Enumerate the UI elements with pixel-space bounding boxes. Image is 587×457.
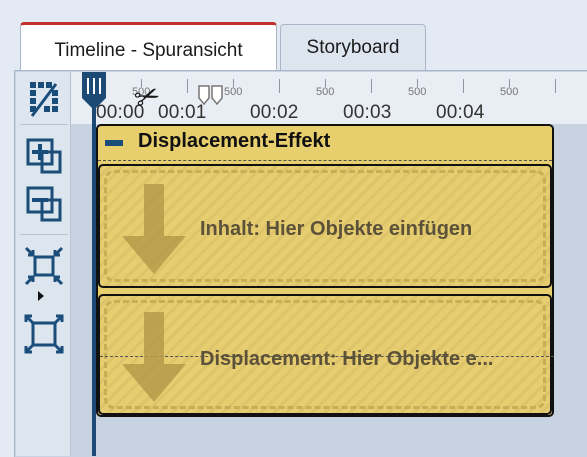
ruler-time-label: 00:04 [436,102,485,123]
playhead-handle[interactable] [80,72,108,110]
ruler-half-label: 500 [316,86,335,98]
submenu-arrow-icon[interactable] [38,291,44,301]
percent-trim-icon[interactable] [22,76,66,120]
displacement-slot-label: Displacement: Hier Objekte e... [200,348,494,370]
add-track-icon[interactable] [22,134,66,178]
tab-storyboard[interactable]: Storyboard [280,24,426,70]
effect-header: Displacement-Effekt [98,126,552,161]
content-slot-label: Inhalt: Hier Objekte einfügen [200,218,473,240]
displacement-drop-slot[interactable]: Displacement: Hier Objekte e... [98,294,554,415]
effect-title: Displacement-Effekt [138,130,331,152]
ruler-half-label: 500 [408,86,427,98]
ruler-half-label: 500 [224,86,243,98]
drop-arrow-icon [122,312,186,402]
drop-arrow-icon [122,184,186,274]
playhead-line[interactable] [92,96,96,456]
remove-track-icon[interactable] [22,182,66,226]
collapse-icon[interactable] [105,140,123,146]
tab-bar: Timeline - Spuransicht Storyboard [0,0,587,72]
marker-icon[interactable] [197,84,225,108]
expand-view-icon[interactable] [22,312,66,356]
ruler-half-label: 500 [500,86,519,98]
displacement-effect-container[interactable]: Displacement-Effekt Inhalt: Hier Objekte… [96,124,554,417]
content-drop-slot[interactable]: Inhalt: Hier Objekte einfügen [98,164,552,288]
ruler-time-label: 00:03 [343,102,392,123]
tab-timeline[interactable]: Timeline - Spuransicht [20,22,277,72]
ruler-time-label: 00:02 [250,102,299,123]
timeline-toolbar [16,72,71,456]
compress-view-icon[interactable] [22,244,66,288]
